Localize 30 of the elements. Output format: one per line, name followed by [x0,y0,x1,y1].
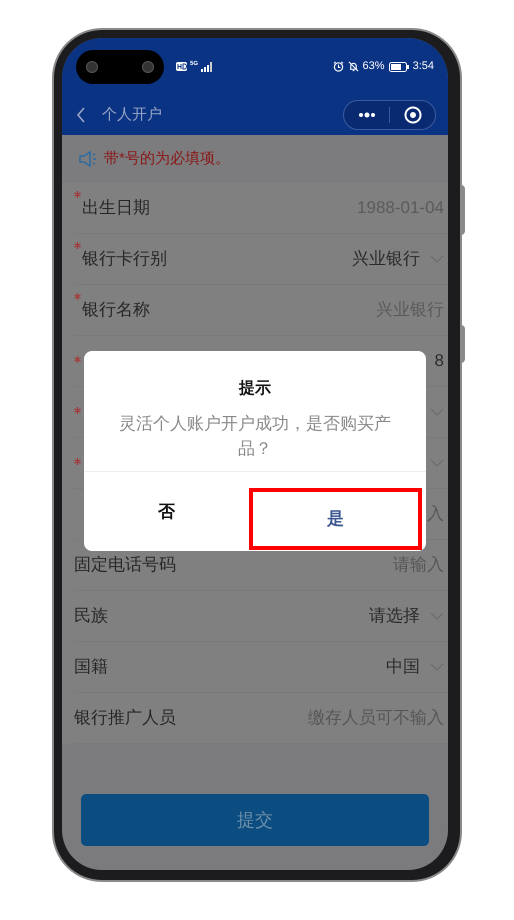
select-value[interactable]: 中国 [386,654,420,680]
dialog-message: 灵活个人账户开户成功，是否购买产品？ [118,413,392,460]
select-value[interactable]: 8 [434,348,444,374]
hd-icon [176,62,187,71]
field-label: 民族 [74,605,108,628]
submit-button[interactable]: 提交 [81,794,429,846]
battery-percent: 63% [362,59,385,74]
dialog-title: 提示 [238,378,272,399]
field-label: 固定电话号码 [74,554,176,576]
more-icon[interactable] [358,112,376,118]
notice-text: 带*号的为必填项。 [104,148,230,169]
speaker-icon [78,150,98,168]
field-label: 银行卡行别 [82,248,167,270]
page-title: 个人开户 [102,104,162,125]
field-label: 国籍 [74,656,108,678]
alarm-icon [332,61,344,72]
signal-icon [201,62,214,72]
confirm-button[interactable]: 是 [249,488,422,550]
select-value[interactable]: 请选择 [369,603,420,629]
clock: 3:54 [412,59,434,74]
field-label: 银行推广人员 [74,707,176,730]
select-value[interactable]: 兴业银行 [352,246,420,272]
close-target-icon[interactable] [404,106,422,124]
cancel-button[interactable]: 否 [84,472,249,551]
field-label: 银行名称 [82,299,150,322]
battery-icon [388,62,409,72]
capsule-menu[interactable] [343,100,436,130]
back-icon[interactable] [76,107,86,123]
field-label: 出生日期 [82,197,150,220]
muted-bell-icon [348,61,359,72]
